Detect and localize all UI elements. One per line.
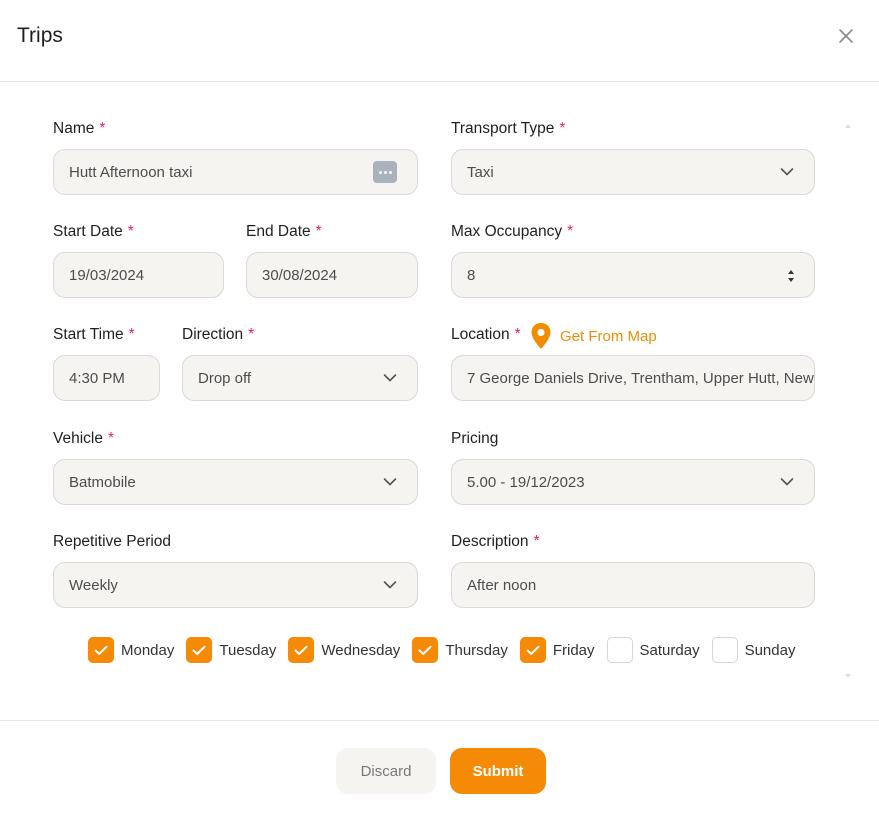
day-checkbox[interactable] <box>412 637 439 663</box>
weekday-checkboxes: Monday Tuesday Wednesday Thursday Friday… <box>88 636 807 664</box>
day-checkbox[interactable] <box>88 637 114 663</box>
start-date-label: Start Date * <box>53 223 134 240</box>
day-saturday[interactable]: Saturday <box>606 637 700 663</box>
direction-value: Drop off <box>198 369 252 387</box>
max-occupancy-value: 8 <box>467 266 476 284</box>
day-label: Saturday <box>639 641 700 659</box>
end-date-value: 30/08/2024 <box>262 266 338 284</box>
check-icon <box>526 645 540 655</box>
modal-title: Trips <box>17 24 63 47</box>
check-icon <box>94 645 108 655</box>
day-label: Wednesday <box>321 641 401 659</box>
day-checkbox[interactable] <box>711 637 738 663</box>
day-friday[interactable]: Friday <box>519 637 595 663</box>
close-icon <box>839 29 853 43</box>
get-from-map-label: Get From Map <box>560 327 657 345</box>
check-icon <box>192 645 206 655</box>
required-marker: * <box>127 223 134 240</box>
check-icon <box>294 645 308 655</box>
modal-header: Trips <box>0 0 879 82</box>
direction-select[interactable]: Drop off <box>182 355 418 401</box>
day-label: Sunday <box>744 641 796 659</box>
description-label: Description * <box>451 533 540 550</box>
day-sunday[interactable]: Sunday <box>711 637 796 663</box>
chevron-down-icon <box>383 374 397 382</box>
day-checkbox[interactable] <box>519 637 546 663</box>
required-marker: * <box>514 326 521 343</box>
vehicle-value: Batmobile <box>69 473 136 491</box>
required-marker: * <box>99 120 106 137</box>
modal-footer: Discard Submit <box>0 720 879 815</box>
day-checkbox[interactable] <box>606 637 633 663</box>
day-label: Friday <box>552 641 595 659</box>
pricing-select[interactable]: 5.00 - 19/12/2023 <box>451 459 815 505</box>
end-date-input[interactable]: 30/08/2024 <box>246 252 418 298</box>
map-pin-icon <box>531 323 551 349</box>
day-wednesday[interactable]: Wednesday <box>288 637 400 663</box>
chevron-down-icon <box>780 168 794 176</box>
required-marker: * <box>248 326 255 343</box>
stepper-arrows-icon[interactable] <box>786 266 796 286</box>
day-checkbox[interactable] <box>288 637 315 663</box>
max-occupancy-label: Max Occupancy * <box>451 223 574 240</box>
repetitive-period-label: Repetitive Period <box>53 533 172 550</box>
start-time-value: 4:30 PM <box>69 369 125 387</box>
required-marker: * <box>128 326 135 343</box>
day-label: Tuesday <box>219 641 277 659</box>
day-label: Monday <box>121 641 175 659</box>
description-value: After noon <box>467 576 537 594</box>
chevron-down-icon <box>780 478 794 486</box>
scroll-down-icon[interactable] <box>845 674 851 678</box>
required-marker: * <box>533 533 540 550</box>
start-time-input[interactable]: 4:30 PM <box>53 355 160 401</box>
chevron-down-icon <box>383 581 397 589</box>
day-tuesday[interactable]: Tuesday <box>186 637 276 663</box>
location-label: Location * <box>451 326 521 343</box>
day-label: Thursday <box>445 641 508 659</box>
chevron-down-icon <box>383 478 397 486</box>
location-value: 7 George Daniels Drive, Trentham, Upper … <box>467 369 814 387</box>
required-marker: * <box>567 223 574 240</box>
name-input[interactable]: Hutt Afternoon taxi <box>53 149 418 195</box>
transport-type-label: Transport Type * <box>451 120 566 137</box>
check-icon <box>418 645 432 655</box>
start-date-value: 19/03/2024 <box>69 266 145 284</box>
required-marker: * <box>559 120 566 137</box>
vehicle-select[interactable]: Batmobile <box>53 459 418 505</box>
day-monday[interactable]: Monday <box>88 637 174 663</box>
direction-label: Direction * <box>182 326 255 343</box>
start-date-input[interactable]: 19/03/2024 <box>53 252 224 298</box>
transport-type-value: Taxi <box>467 163 494 181</box>
description-input[interactable]: After noon <box>451 562 815 608</box>
max-occupancy-input[interactable]: 8 <box>451 252 815 298</box>
required-marker: * <box>315 223 322 240</box>
required-marker: * <box>107 430 115 447</box>
day-checkbox[interactable] <box>186 637 213 663</box>
close-button[interactable] <box>832 22 860 50</box>
vehicle-label: Vehicle * <box>53 430 115 447</box>
submit-button[interactable]: Submit <box>450 748 546 794</box>
end-date-label: End Date * <box>246 223 322 240</box>
name-label: Name * <box>53 120 106 137</box>
repetitive-period-select[interactable]: Weekly <box>53 562 418 608</box>
location-input[interactable]: 7 George Daniels Drive, Trentham, Upper … <box>451 355 815 401</box>
repetitive-period-value: Weekly <box>69 576 118 594</box>
day-thursday[interactable]: Thursday <box>412 637 508 663</box>
start-time-label: Start Time * <box>53 326 135 343</box>
more-dots-icon[interactable] <box>373 161 397 183</box>
get-from-map-link[interactable]: Get From Map <box>530 322 657 350</box>
name-value: Hutt Afternoon taxi <box>69 163 193 181</box>
discard-button[interactable]: Discard <box>336 748 436 794</box>
scroll-up-icon[interactable] <box>845 124 851 128</box>
pricing-label: Pricing <box>451 430 499 447</box>
transport-type-select[interactable]: Taxi <box>451 149 815 195</box>
pricing-value: 5.00 - 19/12/2023 <box>467 473 585 491</box>
